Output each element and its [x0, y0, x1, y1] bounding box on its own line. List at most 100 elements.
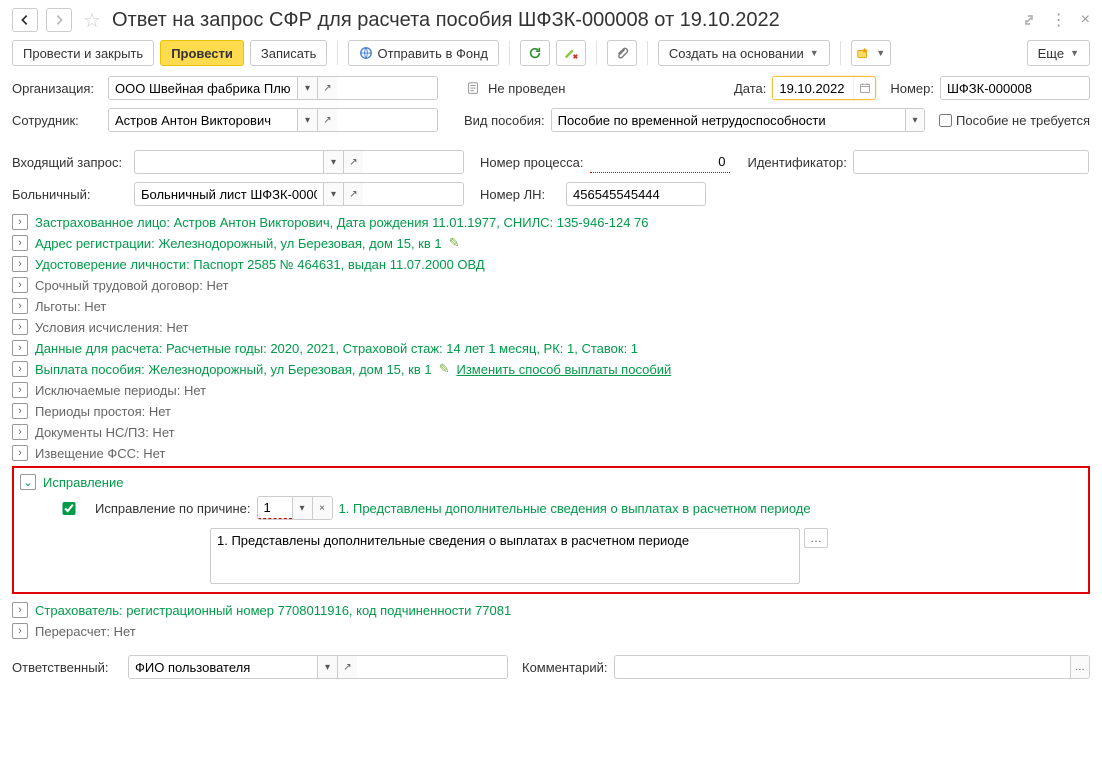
- identifier-label: Идентификатор:: [748, 155, 847, 170]
- calendar-icon[interactable]: [853, 77, 875, 99]
- arrow-left-icon: [18, 13, 32, 27]
- send-to-fund-button[interactable]: Отправить в Фонд: [348, 40, 498, 66]
- refresh-button[interactable]: [520, 40, 550, 66]
- post-and-close-button[interactable]: Провести и закрыть: [12, 40, 154, 66]
- section-benefits[interactable]: Льготы: Нет: [35, 299, 106, 314]
- section-address[interactable]: Адрес регистрации: Железнодорожный, ул Б…: [35, 236, 442, 251]
- section-payout[interactable]: Выплата пособия: Железнодорожный, ул Бер…: [35, 362, 432, 377]
- more-menu-icon[interactable]: ⋮: [1051, 10, 1067, 30]
- chevron-down-icon[interactable]: ▾: [323, 183, 343, 205]
- delete-mark-button[interactable]: [556, 40, 586, 66]
- chevron-down-icon: ▼: [1070, 48, 1079, 58]
- close-icon[interactable]: ×: [1081, 11, 1090, 29]
- sick-list-label: Больничный:: [12, 187, 128, 202]
- expand-toggle[interactable]: ›: [12, 424, 28, 440]
- pencil-x-icon: [563, 46, 579, 60]
- process-no-field[interactable]: [590, 151, 730, 173]
- benefit-type-field[interactable]: ▾: [551, 108, 925, 132]
- date-label: Дата:: [734, 81, 766, 96]
- section-excluded[interactable]: Исключаемые периоды: Нет: [35, 383, 206, 398]
- page-title: Ответ на запрос СФР для расчета пособия …: [112, 9, 780, 32]
- employee-field[interactable]: ▾ ↗: [108, 108, 438, 132]
- change-payout-link[interactable]: Изменить способ выплаты пособий: [456, 362, 671, 377]
- section-conditions[interactable]: Условия исчисления: Нет: [35, 320, 188, 335]
- arrow-right-icon: [52, 13, 66, 27]
- expand-toggle[interactable]: ›: [12, 319, 28, 335]
- chevron-down-icon: ▼: [876, 48, 885, 58]
- status-text: Не проведен: [488, 81, 565, 96]
- reason-text-area[interactable]: [210, 528, 800, 584]
- edit-icon[interactable]: ✎: [449, 235, 460, 251]
- ln-number-field[interactable]: [566, 182, 706, 206]
- process-no-label: Номер процесса:: [480, 155, 584, 170]
- ln-number-label: Номер ЛН:: [480, 187, 560, 202]
- expand-toggle[interactable]: ›: [12, 340, 28, 356]
- correction-reason-checkbox[interactable]: [52, 502, 86, 515]
- open-icon[interactable]: ↗: [343, 183, 363, 205]
- chevron-down-icon[interactable]: ▾: [317, 656, 337, 678]
- link-icon[interactable]: [1021, 12, 1037, 28]
- more-button[interactable]: Еще▼: [1027, 40, 1090, 66]
- clear-icon[interactable]: ×: [312, 497, 332, 519]
- globe-icon: [359, 46, 373, 60]
- section-correction-title[interactable]: Исправление: [43, 475, 123, 490]
- number-field[interactable]: [940, 76, 1090, 100]
- edit-icon[interactable]: ✎: [439, 361, 450, 377]
- section-recalc[interactable]: Перерасчет: Нет: [35, 624, 136, 639]
- more-dots-button[interactable]: …: [1070, 656, 1089, 678]
- organization-label: Организация:: [12, 81, 102, 96]
- no-benefit-label: Пособие не требуется: [956, 113, 1090, 128]
- open-icon[interactable]: ↗: [317, 109, 337, 131]
- create-on-basis-button[interactable]: Создать на основании▼: [658, 40, 830, 66]
- expand-toggle[interactable]: ›: [12, 403, 28, 419]
- open-icon[interactable]: ↗: [337, 656, 357, 678]
- post-button[interactable]: Провести: [160, 40, 244, 66]
- expand-toggle[interactable]: ›: [12, 382, 28, 398]
- section-insured[interactable]: Застрахованное лицо: Астров Антон Виктор…: [35, 215, 649, 230]
- reason-code-field[interactable]: ▾ ×: [257, 496, 333, 520]
- favorite-star-icon[interactable]: ☆: [80, 8, 104, 32]
- sick-list-field[interactable]: ▾ ↗: [134, 182, 464, 206]
- section-ns-docs[interactable]: Документы НС/ПЗ: Нет: [35, 425, 175, 440]
- wizard-button[interactable]: ▼: [851, 40, 891, 66]
- chevron-down-icon[interactable]: ▾: [323, 151, 343, 173]
- more-dots-button[interactable]: …: [804, 528, 828, 548]
- identifier-field[interactable]: [853, 150, 1089, 174]
- organization-field[interactable]: ▾ ↗: [108, 76, 438, 100]
- expand-toggle[interactable]: ›: [12, 235, 28, 251]
- incoming-request-label: Входящий запрос:: [12, 155, 128, 170]
- section-insurer[interactable]: Страхователь: регистрационный номер 7708…: [35, 603, 511, 618]
- section-contract[interactable]: Срочный трудовой договор: Нет: [35, 278, 229, 293]
- comment-label: Комментарий:: [522, 660, 608, 675]
- chevron-down-icon[interactable]: ▾: [297, 77, 317, 99]
- correction-reason-label: Исправление по причине:: [95, 501, 251, 516]
- section-fss-notice[interactable]: Извещение ФСС: Нет: [35, 446, 165, 461]
- expand-toggle[interactable]: ›: [12, 623, 28, 639]
- expand-toggle[interactable]: ›: [12, 298, 28, 314]
- section-calc-data[interactable]: Данные для расчета: Расчетные годы: 2020…: [35, 341, 638, 356]
- expand-toggle[interactable]: ›: [12, 214, 28, 230]
- expand-toggle[interactable]: ›: [12, 256, 28, 272]
- chevron-down-icon[interactable]: ▾: [905, 109, 924, 131]
- open-icon[interactable]: ↗: [317, 77, 337, 99]
- attach-button[interactable]: [607, 40, 637, 66]
- expand-toggle[interactable]: ›: [12, 277, 28, 293]
- expand-toggle[interactable]: ›: [12, 602, 28, 618]
- correction-frame: ⌄ Исправление Исправление по причине: ▾ …: [12, 466, 1090, 594]
- incoming-request-field[interactable]: ▾ ↗: [134, 150, 464, 174]
- expand-toggle[interactable]: ⌄: [20, 474, 36, 490]
- nav-back-button[interactable]: [12, 8, 38, 32]
- date-field[interactable]: [772, 76, 876, 100]
- comment-field[interactable]: …: [614, 655, 1091, 679]
- nav-forward-button[interactable]: [46, 8, 72, 32]
- expand-toggle[interactable]: ›: [12, 361, 28, 377]
- record-button[interactable]: Записать: [250, 40, 328, 66]
- responsible-field[interactable]: ▾ ↗: [128, 655, 508, 679]
- chevron-down-icon[interactable]: ▾: [292, 497, 312, 519]
- section-idle[interactable]: Периоды простоя: Нет: [35, 404, 171, 419]
- open-icon[interactable]: ↗: [343, 151, 363, 173]
- chevron-down-icon[interactable]: ▾: [297, 109, 317, 131]
- expand-toggle[interactable]: ›: [12, 445, 28, 461]
- section-identity[interactable]: Удостоверение личности: Паспорт 2585 № 4…: [35, 257, 485, 272]
- no-benefit-checkbox[interactable]: [939, 114, 952, 127]
